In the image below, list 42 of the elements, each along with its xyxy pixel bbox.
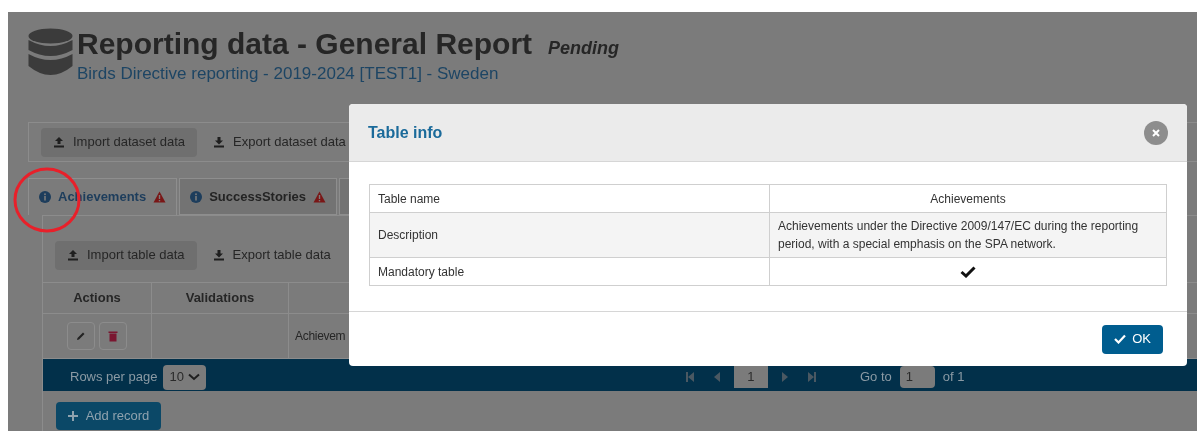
upload-icon	[67, 249, 79, 261]
checkmark-icon	[1114, 334, 1127, 344]
page-subtitle: Birds Directive reporting - 2019-2024 [TEST1] - Sweden	[77, 63, 500, 85]
trash-icon	[108, 330, 118, 342]
info-value: Achievements	[929, 190, 1007, 208]
database-icon	[28, 28, 73, 78]
first-page-icon[interactable]	[685, 372, 694, 382]
pencil-icon	[76, 331, 86, 341]
ok-button[interactable]: OK	[1102, 324, 1163, 354]
chevron-down-icon	[187, 373, 200, 381]
info-label: Mandatory table	[370, 258, 770, 285]
dialog-title: Table info	[368, 122, 443, 143]
goto-label: Go to	[859, 368, 892, 387]
table-cell-text: Achievem	[294, 328, 346, 345]
import-button[interactable]: Import dataset data	[41, 127, 197, 157]
next-page-icon[interactable]	[781, 372, 788, 382]
close-button[interactable]	[1144, 120, 1168, 145]
info-value: Achievements under the Directive 2009/147/EC during the reporting period, with a special emphasis on the SPA network.	[778, 218, 1140, 253]
page-number[interactable]: 1	[733, 366, 768, 388]
info-icon	[39, 191, 51, 203]
add-record-button[interactable]: Add record	[56, 402, 161, 430]
close-icon	[1152, 128, 1160, 137]
import-button[interactable]: Import table data	[55, 240, 197, 270]
plus-icon	[67, 411, 78, 421]
previous-page-icon[interactable]	[713, 372, 720, 382]
delete-button[interactable]	[99, 322, 127, 350]
upload-icon	[53, 136, 65, 148]
status-label: Pending	[548, 37, 620, 60]
info-icon	[190, 190, 203, 203]
export-button[interactable]: Export table data	[200, 240, 343, 270]
download-icon	[213, 136, 225, 148]
edit-button[interactable]	[67, 322, 95, 350]
rows-per-page-select[interactable]: 10	[163, 364, 206, 390]
page-title: Reporting data - General Report	[77, 26, 533, 62]
download-icon	[212, 249, 225, 261]
last-page-icon[interactable]	[807, 372, 816, 382]
page-total: of 1	[942, 368, 965, 387]
rows-per-page-label: Rows per page	[70, 368, 158, 387]
column-header: Actions	[43, 283, 152, 313]
tab[interactable]: SuccessStories	[179, 178, 337, 215]
column-header: Validations	[152, 283, 289, 313]
goto-input[interactable]: 1	[899, 366, 935, 388]
